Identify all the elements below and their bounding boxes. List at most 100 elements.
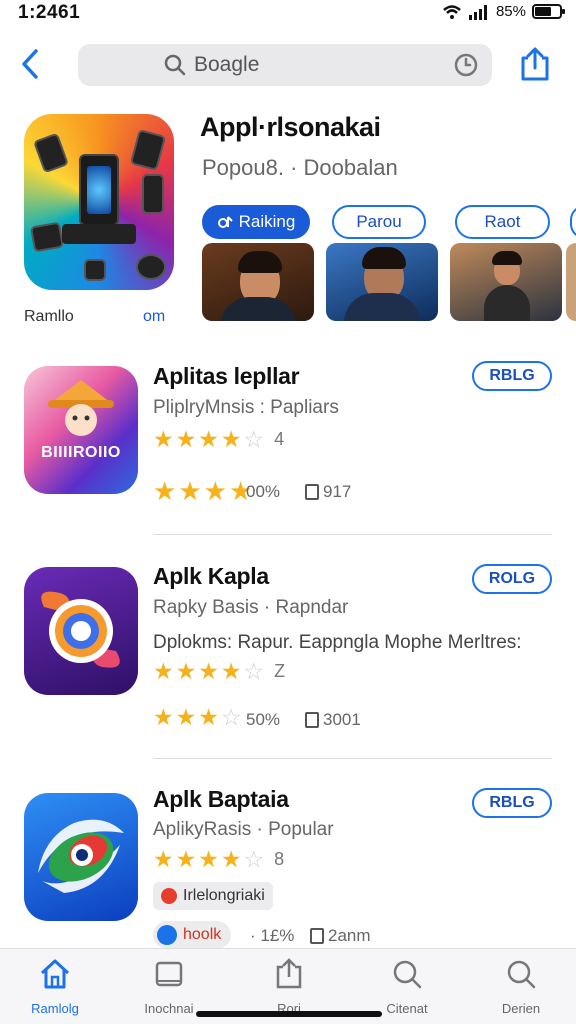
home-indicator[interactable]	[196, 1011, 382, 1017]
app-1-icon[interactable]: BIIIIROIIO	[24, 366, 138, 494]
app-2-title[interactable]: Aplk Kapla	[153, 563, 269, 590]
app-2-get-button[interactable]: ROLG	[472, 564, 552, 594]
tag-dot-icon	[161, 888, 177, 904]
app-1-rating: ★ ★ ★ ★ ☆ 4	[153, 428, 284, 451]
app-3-icon[interactable]	[24, 793, 138, 921]
download-icon	[310, 928, 324, 944]
app-3-get-button[interactable]: RBLG	[472, 788, 552, 818]
chip-label: Raot	[484, 212, 521, 231]
history-icon[interactable]	[454, 53, 478, 77]
search-icon	[507, 960, 536, 989]
app-2-percent: 50%	[246, 710, 281, 729]
app-3-tag2[interactable]: hoolk	[153, 921, 232, 949]
tab-label: Derien	[501, 1001, 541, 1016]
featured-app-icon[interactable]	[24, 114, 174, 290]
featured-title: Appl·rlsonakai	[200, 112, 381, 142]
status-time: 1:2461	[18, 2, 81, 23]
star-icon: ★	[153, 658, 174, 684]
app-3-count: 2anm	[328, 926, 371, 945]
download-icon	[305, 712, 319, 728]
eye-swirl-icon	[38, 819, 124, 893]
app-1-subtitle: PliplryMnsis : Papliars	[153, 397, 339, 418]
app-2-description: Dplokms: Rapur. Eappngla Mophe Merltres:	[153, 632, 522, 653]
app-3-tag-label: Irlelongriaki	[183, 887, 265, 904]
star-icon: ★	[153, 704, 174, 730]
app-2-rating: ★ ★ ★ ★ ☆ Z	[153, 660, 285, 683]
app-3-tag2-label: hoolk	[183, 926, 222, 943]
tab-search[interactable]: Citenat	[362, 957, 452, 1016]
screenshot-4[interactable]	[566, 243, 576, 321]
character-icon	[48, 380, 114, 436]
app-1-get-button[interactable]: RBLG	[472, 361, 552, 391]
ranking-icon	[217, 216, 233, 228]
chip-more[interactable]	[570, 205, 576, 239]
star-icon: ★	[198, 846, 219, 872]
status-bar: 1:2461 85%	[0, 0, 576, 26]
star-icon: ☆	[243, 658, 265, 684]
featured-subtitle: Popou8. · Doobalan	[202, 155, 398, 180]
app-3-rating-text: 8	[274, 849, 285, 869]
app-2-subtitle: Rapky Basis · Rapndar	[153, 597, 349, 618]
star-icon: ★	[153, 426, 174, 452]
star-icon: ☆	[220, 704, 242, 730]
share-icon[interactable]	[518, 46, 552, 82]
app-2-count: 3001	[323, 710, 361, 729]
featured-right-label[interactable]: om	[143, 308, 165, 326]
signal-icon	[468, 4, 487, 20]
app-3-title[interactable]: Aplk Baptaia	[153, 786, 289, 813]
battery-icon	[532, 4, 565, 19]
app-1-title[interactable]: Aplitas lepllar	[153, 363, 300, 390]
screenshot-1[interactable]	[202, 243, 314, 321]
download-icon	[305, 484, 319, 500]
star-icon: ★	[198, 704, 219, 730]
screenshot-3[interactable]	[450, 243, 562, 321]
status-indicators: 85%	[442, 3, 565, 20]
featured-left-label: Ramllo	[24, 308, 74, 325]
tab-home[interactable]: Ramlolg	[10, 957, 100, 1016]
app-1-percent: 00%	[246, 482, 281, 501]
chip-top[interactable]: Raot	[455, 205, 550, 239]
app-2-rating-text: Z	[274, 661, 286, 681]
app-2-icon[interactable]	[24, 567, 138, 695]
app-3-tag[interactable]: Irlelongriaki	[153, 882, 273, 910]
app-2-score: ★ ★ ★ ☆	[153, 706, 242, 729]
star-icon: ★	[198, 658, 219, 684]
tab-label: Ramlolg	[31, 1001, 79, 1016]
app-3-rating: ★ ★ ★ ★ ☆ 8	[153, 848, 284, 871]
app-1-icon-text: BIIIIROIIO	[41, 444, 121, 461]
home-icon	[40, 959, 70, 989]
star-icon: ☆	[243, 426, 265, 452]
app-3-count-stat: 2anm	[310, 926, 371, 946]
search-icon	[393, 960, 422, 989]
search-query[interactable]: Boagle	[194, 53, 259, 77]
divider	[153, 534, 552, 535]
tab-browse[interactable]: Inochnai	[124, 957, 214, 1016]
search-bar[interactable]: Boagle	[78, 44, 492, 86]
app-1-score: ★ ★ ★ ★	[153, 478, 252, 504]
battery-percent: 85%	[495, 3, 526, 20]
app-1-count-stat: 917	[305, 482, 351, 502]
back-chevron-icon[interactable]	[16, 45, 46, 83]
chip-label: Parou	[356, 212, 402, 231]
star-icon: ★	[220, 658, 242, 684]
chip-popular[interactable]: Parou	[332, 205, 426, 239]
app-3-percent: · 1£%	[250, 926, 295, 945]
star-icon: ★	[175, 846, 197, 872]
share-box-icon	[276, 958, 302, 989]
chip-label: Raiking	[238, 212, 296, 231]
tab-share[interactable]: Rori	[244, 957, 334, 1016]
star-icon: ★	[198, 426, 219, 452]
app-3-subtitle: AplikyRasis · Popular	[153, 819, 334, 840]
star-icon: ★	[178, 476, 202, 506]
star-icon: ★	[175, 658, 197, 684]
tab-search-2[interactable]: Derien	[476, 957, 566, 1016]
chip-ranking[interactable]: Raiking	[202, 205, 310, 239]
app-1-count: 917	[323, 482, 352, 501]
star-icon: ★	[220, 846, 242, 872]
wifi-icon	[443, 4, 461, 19]
camera-lens-icon	[41, 591, 120, 668]
screenshot-2[interactable]	[326, 243, 438, 321]
window-icon	[155, 961, 183, 987]
divider	[153, 758, 552, 759]
star-icon: ★	[153, 476, 177, 506]
